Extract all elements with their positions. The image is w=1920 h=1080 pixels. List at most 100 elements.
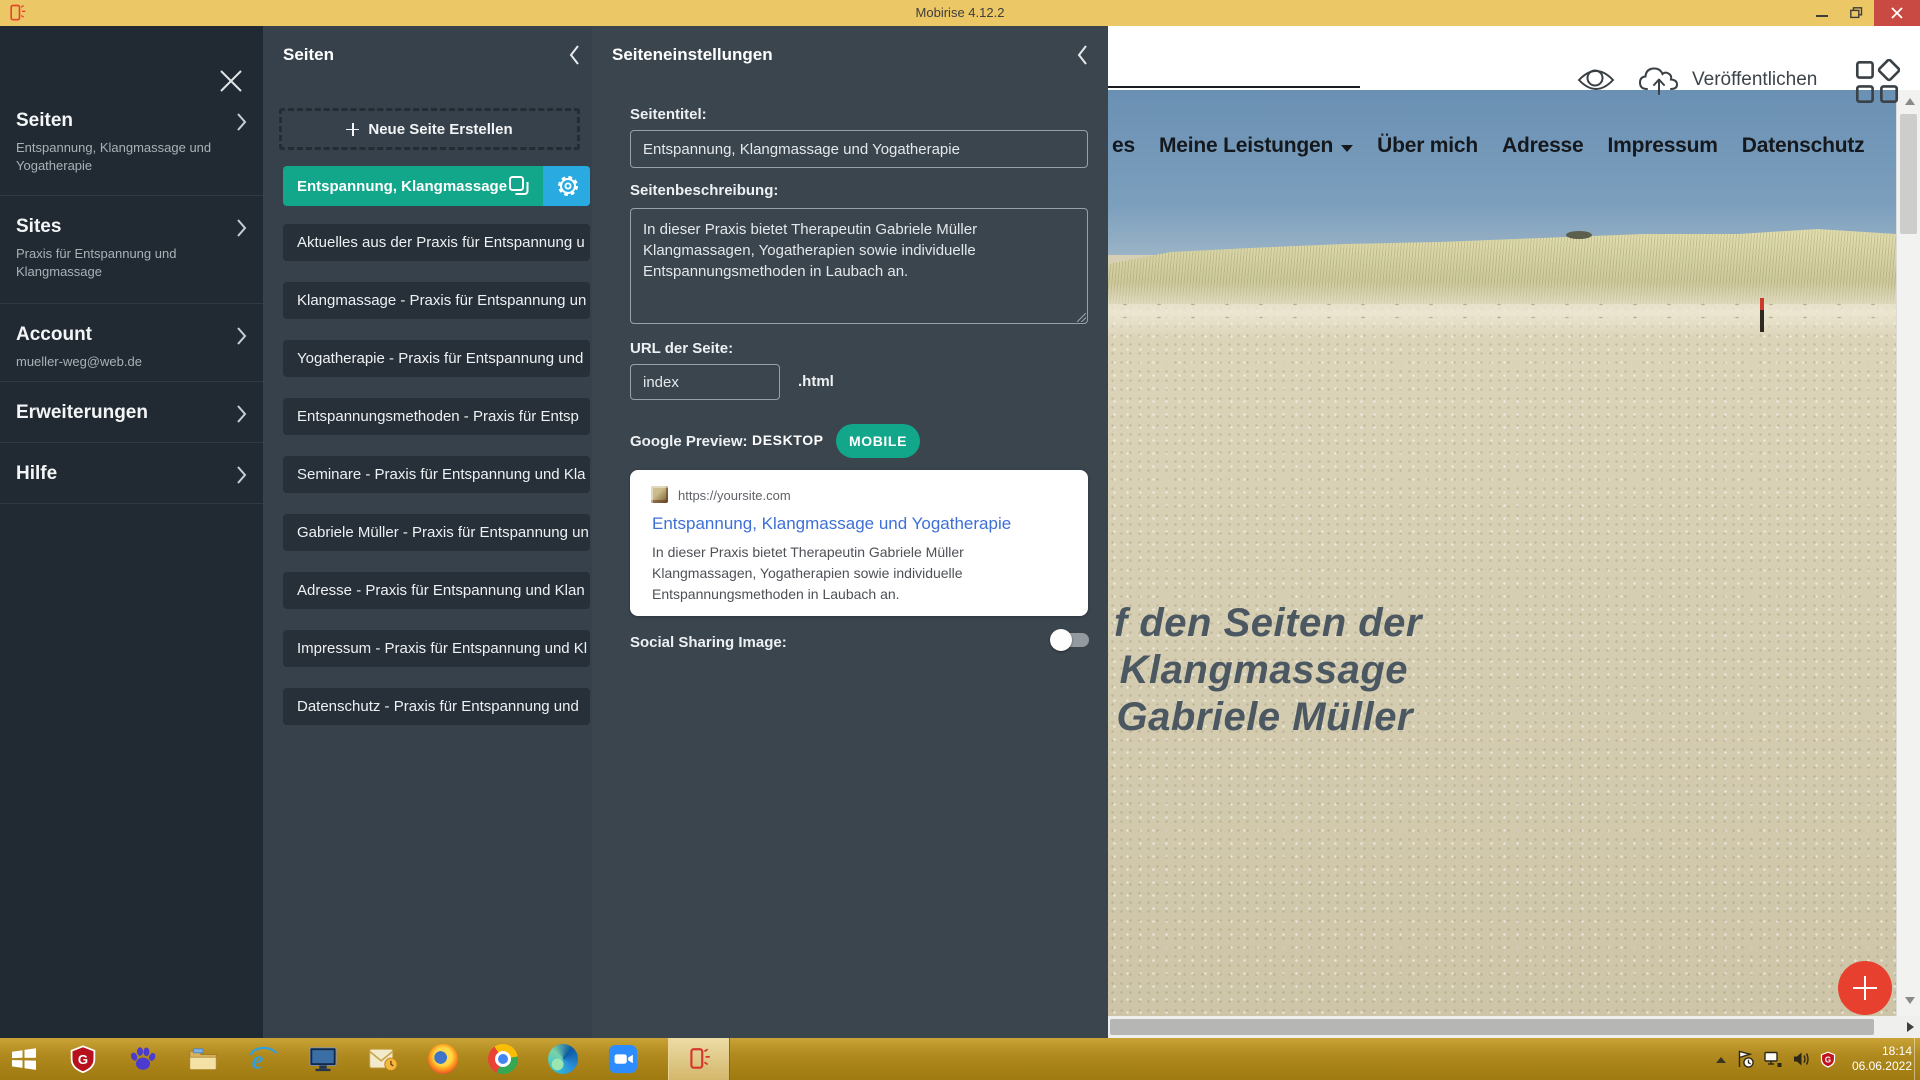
google-preview-desktop-tab[interactable]: DESKTOP xyxy=(752,432,824,448)
folder-icon xyxy=(188,1044,218,1074)
scroll-up-arrow-icon[interactable] xyxy=(1905,98,1915,105)
gdata-tray-icon[interactable]: G xyxy=(1820,1051,1836,1068)
publish-button[interactable]: Veröffentlichen xyxy=(1636,60,1817,100)
chevron-right-icon xyxy=(236,465,247,490)
new-page-button[interactable]: Neue Seite Erstellen xyxy=(279,108,580,150)
scroll-down-arrow-icon[interactable] xyxy=(1905,997,1915,1004)
sidebar-item-hilfe[interactable]: Hilfe xyxy=(0,443,263,504)
page-url-input[interactable] xyxy=(630,364,780,400)
page-description-textarea[interactable]: In dieser Praxis bietet Therapeutin Gabr… xyxy=(630,208,1088,324)
page-list-item[interactable]: Impressum - Praxis für Entspannung und K… xyxy=(283,630,590,667)
site-nav-impressum[interactable]: Impressum xyxy=(1608,134,1718,158)
sidebar-item-title: Seiten xyxy=(16,110,219,132)
chevron-right-icon xyxy=(236,326,247,351)
site-nav-leistungen[interactable]: Meine Leistungen xyxy=(1159,134,1353,158)
vertical-scrollbar[interactable] xyxy=(1896,90,1920,1016)
blocks-panel-button[interactable] xyxy=(1854,59,1900,105)
page-list-item[interactable]: Datenschutz - Praxis für Entspannung und xyxy=(283,688,590,725)
pages-panel-back-button[interactable] xyxy=(568,44,580,71)
mobirise-phone-icon xyxy=(686,1046,712,1072)
preview-top-border xyxy=(1108,86,1360,88)
minimize-button[interactable] xyxy=(1806,0,1838,26)
site-nav-datenschutz[interactable]: Datenschutz xyxy=(1742,134,1865,158)
taskbar-mobirise-active[interactable] xyxy=(668,1038,730,1080)
window-title: Mobirise 4.12.2 xyxy=(0,0,1920,26)
page-list-item[interactable]: Seminare - Praxis für Entspannung und Kl… xyxy=(283,456,590,493)
site-nav-adresse[interactable]: Adresse xyxy=(1502,134,1583,158)
taskbar-zoom-app[interactable] xyxy=(608,1044,638,1074)
network-icon[interactable] xyxy=(1764,1051,1783,1068)
pages-list: Aktuelles aus der Praxis für Entspannung… xyxy=(283,224,590,725)
taskbar-chrome[interactable] xyxy=(488,1044,518,1074)
sidebar-item-title: Account xyxy=(16,324,219,346)
google-preview-card: https://yoursite.com Entspannung, Klangm… xyxy=(630,470,1088,616)
action-center-flag-icon[interactable] xyxy=(1737,1050,1754,1068)
publish-button-label: Veröffentlichen xyxy=(1692,69,1817,91)
taskbar-internet-explorer[interactable]: e xyxy=(248,1044,278,1074)
chevron-right-icon xyxy=(236,112,247,137)
chevron-down-icon xyxy=(1341,145,1353,152)
google-preview-mobile-tab[interactable]: MOBILE xyxy=(836,424,920,458)
add-block-button[interactable] xyxy=(1838,961,1892,1015)
preview-card-title: Entspannung, Klangmassage und Yogatherap… xyxy=(652,514,1011,534)
horizontal-scrollbar[interactable] xyxy=(1108,1016,1920,1038)
page-list-item[interactable]: Adresse - Praxis für Entspannung und Kla… xyxy=(283,572,590,609)
sidebar-item-seiten[interactable]: Seiten Entspannung, Klangmassage und Yog… xyxy=(0,90,263,196)
paw-icon xyxy=(128,1044,158,1074)
page-settings-gear-button[interactable] xyxy=(543,166,590,206)
settings-panel-back-button[interactable] xyxy=(1076,44,1088,71)
close-button[interactable] xyxy=(1874,0,1920,26)
horizontal-scroll-thumb[interactable] xyxy=(1110,1019,1874,1035)
restore-button[interactable] xyxy=(1840,0,1872,26)
tray-clock[interactable]: 18:14 06.06.2022 xyxy=(1846,1044,1912,1074)
video-camera-icon xyxy=(608,1044,638,1074)
sidebar-item-sites[interactable]: Sites Praxis für Entspannung und Klangma… xyxy=(0,196,263,304)
close-icon xyxy=(1891,7,1903,19)
chevron-right-icon xyxy=(236,404,247,429)
taskbar-edge[interactable] xyxy=(548,1044,578,1074)
page-title-input[interactable] xyxy=(630,130,1088,168)
taskbar-display[interactable] xyxy=(308,1044,338,1074)
hero-heading-line-1: f den Seiten der xyxy=(1114,601,1422,646)
show-desktop-button[interactable] xyxy=(1914,1038,1920,1080)
site-nav-aktuelles[interactable]: es xyxy=(1112,134,1135,158)
settings-panel-title: Seiteneinstellungen xyxy=(612,45,773,65)
sidebar-item-title: Sites xyxy=(16,216,219,238)
taskbar-email-client[interactable] xyxy=(368,1044,398,1074)
window-titlebar[interactable]: Mobirise 4.12.2 xyxy=(0,0,1920,26)
textarea-resize-grip[interactable] xyxy=(1077,313,1086,322)
page-list-item[interactable]: Yogatherapie - Praxis für Entspannung un… xyxy=(283,340,590,377)
taskbar-firefox[interactable] xyxy=(428,1044,458,1074)
page-list-item[interactable]: Entspannungsmethoden - Praxis für Entsp xyxy=(283,398,590,435)
preview-eye-button[interactable] xyxy=(1576,64,1616,96)
active-page-item[interactable]: Entspannung, Klangmassage xyxy=(283,166,590,206)
taskbar-paw-app[interactable] xyxy=(128,1044,158,1074)
tray-expand-icon[interactable] xyxy=(1715,1055,1727,1064)
sidebar-menu: Seiten Entspannung, Klangmassage und Yog… xyxy=(0,90,263,504)
firefox-icon xyxy=(428,1044,458,1074)
social-sharing-label: Social Sharing Image: xyxy=(630,634,787,651)
site-nav-ueber-mich[interactable]: Über mich xyxy=(1377,134,1478,158)
windows-start-button[interactable] xyxy=(10,1045,38,1073)
page-settings-panel: Seiteneinstellungen Seitentitel: Seitenb… xyxy=(592,26,1108,1038)
site-favicon xyxy=(651,486,668,503)
page-list-item[interactable]: Aktuelles aus der Praxis für Entspannung… xyxy=(283,224,590,261)
sidebar-item-account[interactable]: Account mueller-weg@web.de xyxy=(0,304,263,382)
taskbar-gdata-antivirus[interactable]: G xyxy=(68,1044,98,1074)
duplicate-page-icon[interactable] xyxy=(507,174,531,198)
preview-card-url: https://yoursite.com xyxy=(678,488,791,503)
volume-icon[interactable] xyxy=(1793,1051,1810,1067)
page-list-item[interactable]: Gabriele Müller - Praxis für Entspannung… xyxy=(283,514,590,551)
restore-icon xyxy=(1850,7,1863,19)
sidebar-item-erweiterungen[interactable]: Erweiterungen xyxy=(0,382,263,443)
internet-explorer-icon: e xyxy=(248,1044,278,1074)
vertical-scroll-thumb[interactable] xyxy=(1900,114,1917,234)
page-list-item[interactable]: Klangmassage - Praxis für Entspannung un xyxy=(283,282,590,319)
eye-icon xyxy=(1576,64,1616,96)
social-sharing-toggle[interactable] xyxy=(1053,633,1089,647)
sidebar-item-title: Erweiterungen xyxy=(16,402,219,424)
scroll-right-arrow-icon[interactable] xyxy=(1907,1022,1914,1032)
taskbar-file-explorer[interactable] xyxy=(188,1044,218,1074)
chevron-left-icon xyxy=(1076,44,1088,66)
edge-icon xyxy=(548,1044,578,1074)
